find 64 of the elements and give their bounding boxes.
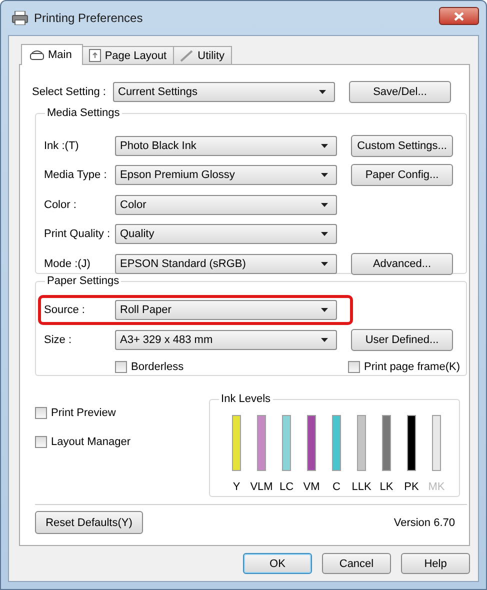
button[interactable]: OK xyxy=(243,553,312,574)
close-icon xyxy=(454,12,464,20)
checkbox[interactable] xyxy=(35,436,47,448)
ink-label: PK xyxy=(404,481,419,493)
checkbox-label: Print Preview xyxy=(51,407,116,419)
button[interactable]: Cancel xyxy=(322,553,391,574)
field-label: Source : xyxy=(44,304,86,316)
dropdown[interactable]: Epson Premium Glossy xyxy=(115,165,337,186)
caret-icon xyxy=(321,232,328,236)
close-button[interactable] xyxy=(439,7,479,25)
ink-label: LLK xyxy=(352,481,372,493)
printer-icon xyxy=(30,50,44,60)
tab[interactable]: Main xyxy=(21,44,83,65)
caret-icon xyxy=(321,262,328,266)
caret-icon xyxy=(321,202,328,207)
caret-icon xyxy=(321,308,328,312)
caret-icon xyxy=(319,90,326,94)
tab[interactable]: Page Layout xyxy=(82,46,174,64)
group-title: Paper Settings xyxy=(45,275,122,287)
field-label: Ink :(T) xyxy=(44,140,80,152)
group-title: Ink Levels xyxy=(219,393,273,405)
field-label: Color : xyxy=(44,198,78,211)
ink-label: VM xyxy=(303,481,320,493)
checkbox[interactable] xyxy=(35,407,47,419)
field-label: Media Type : xyxy=(44,169,108,182)
checkbox-label: Layout Manager xyxy=(51,436,130,448)
ink-label: MK xyxy=(428,481,445,493)
caret-icon xyxy=(321,338,328,342)
version-label: Version 6.70 xyxy=(394,516,455,528)
field-label: Mode :(J) xyxy=(44,258,92,270)
checkbox-label: Borderless xyxy=(131,360,184,372)
checkbox-label: Print page frame(K) xyxy=(364,360,460,372)
button[interactable]: User Defined... xyxy=(351,328,453,351)
ink-label: LK xyxy=(380,481,394,493)
group-title: Media Settings xyxy=(45,107,122,119)
button[interactable]: Help xyxy=(401,553,470,574)
ink-label: LC xyxy=(279,481,294,493)
checkbox[interactable] xyxy=(348,360,360,372)
field-label: Select Setting : xyxy=(32,86,107,98)
caret-icon xyxy=(321,173,328,178)
button[interactable]: Advanced... xyxy=(351,252,453,275)
dropdown[interactable]: Quality xyxy=(115,224,337,244)
dropdown[interactable]: Roll Paper xyxy=(115,300,337,320)
field-label: Print Quality : xyxy=(44,228,112,240)
window-title: Printing Preferences xyxy=(34,11,143,25)
printer-icon xyxy=(12,11,28,25)
dropdown[interactable]: Color xyxy=(115,194,337,215)
field-label: Size : xyxy=(44,334,73,346)
dropdown[interactable]: Photo Black Ink xyxy=(115,136,337,156)
ink-label: C xyxy=(332,481,340,493)
caret-icon xyxy=(321,144,328,148)
checkbox[interactable] xyxy=(115,360,127,372)
dropdown[interactable]: Current Settings xyxy=(113,82,335,102)
pen-icon xyxy=(180,50,194,62)
ink-label: Y xyxy=(232,481,240,493)
ink-label: VLM xyxy=(250,481,273,493)
button[interactable]: Paper Config... xyxy=(351,164,453,186)
tab[interactable]: Utility xyxy=(172,46,232,64)
button[interactable]: Save/Del... xyxy=(349,81,451,103)
button[interactable]: Reset Defaults(Y) xyxy=(35,511,143,534)
dropdown[interactable]: EPSON Standard (sRGB) xyxy=(115,254,337,274)
dropdown[interactable]: A3+ 329 x 483 mm xyxy=(115,330,337,350)
button[interactable]: Custom Settings... xyxy=(351,134,453,157)
page-icon xyxy=(88,49,101,62)
